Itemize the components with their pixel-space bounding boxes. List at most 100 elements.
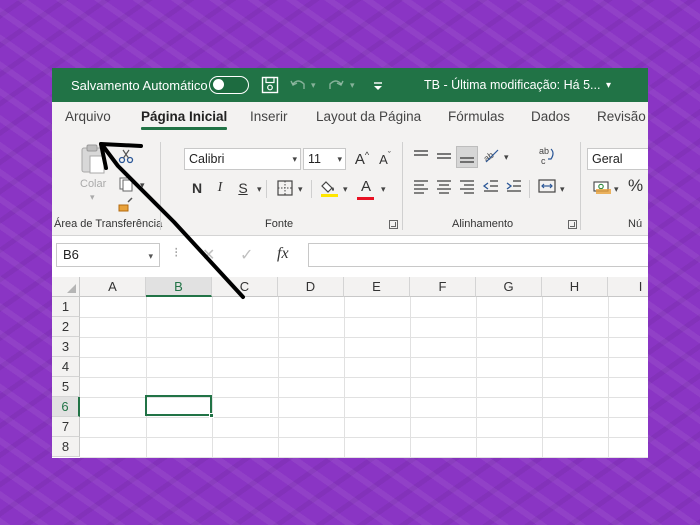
paste-icon[interactable] <box>78 142 108 176</box>
merge-center-icon[interactable] <box>537 177 557 195</box>
group-divider <box>580 142 581 230</box>
fill-color-icon[interactable] <box>320 178 340 198</box>
align-bottom-button[interactable] <box>456 146 478 168</box>
name-box-dropdown-icon[interactable]: ▾ <box>148 245 153 267</box>
column-header-d[interactable]: D <box>278 277 344 297</box>
row-header-2[interactable]: 2 <box>52 317 80 337</box>
copy-dropdown-icon[interactable]: ▾ <box>140 180 145 191</box>
currency-format-icon[interactable] <box>592 178 612 196</box>
merge-dropdown-icon[interactable]: ▾ <box>560 184 565 195</box>
worksheet-grid[interactable]: A B C D E F G H I 1 2 3 4 5 6 7 8 <box>52 277 648 458</box>
column-header-i[interactable]: I <box>608 277 648 297</box>
font-size-box[interactable]: 11 ▾ <box>303 148 346 170</box>
redo-icon[interactable] <box>326 75 346 95</box>
paste-label: Colar <box>80 178 107 190</box>
number-format-box[interactable]: Geral <box>587 148 648 170</box>
tab-layout-da-pagina[interactable]: Layout da Página <box>316 109 421 124</box>
column-header-c[interactable]: C <box>212 277 278 297</box>
document-title[interactable]: TB - Última modificação: Há 5... <box>424 68 600 102</box>
column-header-b[interactable]: B <box>146 277 212 297</box>
undo-icon[interactable] <box>288 75 308 95</box>
insert-function-button[interactable]: fx <box>277 245 289 263</box>
grow-font-button[interactable]: A ^ <box>351 148 373 170</box>
font-dialog-launcher[interactable] <box>389 220 398 229</box>
alignment-dialog-launcher[interactable] <box>568 220 577 229</box>
font-name-dropdown-icon[interactable]: ▾ <box>292 149 297 169</box>
format-painter-icon[interactable] <box>116 196 134 214</box>
borders-dropdown-icon[interactable]: ▾ <box>298 184 303 195</box>
borders-icon[interactable] <box>276 179 294 197</box>
align-left-icon[interactable] <box>412 177 430 195</box>
currency-dropdown-icon[interactable]: ▾ <box>614 184 619 195</box>
formula-input[interactable] <box>308 243 648 267</box>
tab-revisao[interactable]: Revisão <box>597 109 646 124</box>
underline-button[interactable]: S <box>232 177 254 199</box>
align-middle-icon[interactable] <box>435 148 453 164</box>
save-icon[interactable] <box>260 75 280 95</box>
toolbar-separator <box>529 180 530 198</box>
shrink-font-button[interactable]: Aˇ <box>374 148 396 170</box>
column-header-a[interactable]: A <box>80 277 146 297</box>
shrink-font-label: A <box>379 151 388 167</box>
row-header-4[interactable]: 4 <box>52 357 80 377</box>
tab-formulas[interactable]: Fórmulas <box>448 109 504 124</box>
undo-dropdown-icon[interactable]: ▾ <box>311 68 316 102</box>
row-header-8[interactable]: 8 <box>52 437 80 457</box>
underline-dropdown-icon[interactable]: ▾ <box>257 184 262 195</box>
fill-handle[interactable] <box>209 413 214 418</box>
column-header-e[interactable]: E <box>344 277 410 297</box>
fill-color-dropdown-icon[interactable]: ▾ <box>343 184 348 195</box>
percent-style-button[interactable]: % <box>628 176 643 196</box>
tab-inserir[interactable]: Inserir <box>250 109 288 124</box>
orientation-dropdown-icon[interactable]: ▾ <box>504 152 509 163</box>
italic-button[interactable]: I <box>209 177 231 199</box>
gridline <box>146 297 147 458</box>
decrease-indent-icon[interactable] <box>482 177 500 195</box>
ribbon-home: Colar ▾ ▾ Área de Transferência Calibri … <box>52 134 648 236</box>
cut-icon[interactable] <box>118 148 134 164</box>
row-header-7[interactable]: 7 <box>52 417 80 437</box>
copy-icon[interactable] <box>118 176 134 192</box>
tab-arquivo[interactable]: Arquivo <box>65 109 111 124</box>
ribbon-tabs: Arquivo Página Inicial Inserir Layout da… <box>52 102 648 134</box>
font-color-dropdown-icon[interactable]: ▾ <box>381 184 386 195</box>
wrap-text-icon[interactable]: ab c <box>537 145 557 167</box>
align-right-icon[interactable] <box>458 177 476 195</box>
autosave-toggle[interactable] <box>209 76 249 94</box>
svg-text:ab: ab <box>539 146 549 156</box>
formula-bar-resize-handle[interactable]: ⁝ <box>174 244 179 261</box>
active-cell-b6[interactable] <box>145 395 214 418</box>
row-header-6[interactable]: 6 <box>52 397 80 417</box>
paste-dropdown-icon[interactable]: ▾ <box>90 192 95 203</box>
font-color-button[interactable]: A <box>355 175 377 197</box>
gridline <box>608 297 609 458</box>
row-header-5[interactable]: 5 <box>52 377 80 397</box>
column-header-g[interactable]: G <box>476 277 542 297</box>
font-name-box[interactable]: Calibri ▾ <box>184 148 301 170</box>
svg-text:ab: ab <box>482 150 496 164</box>
tab-pagina-inicial[interactable]: Página Inicial <box>141 109 228 130</box>
bold-button[interactable]: N <box>186 177 208 199</box>
column-header-h[interactable]: H <box>542 277 608 297</box>
tab-dados[interactable]: Dados <box>531 109 570 124</box>
font-size-dropdown-icon[interactable]: ▾ <box>337 149 342 169</box>
column-header-f[interactable]: F <box>410 277 476 297</box>
gridline <box>278 297 279 458</box>
align-center-icon[interactable] <box>435 177 453 195</box>
title-dropdown-icon[interactable]: ▾ <box>606 68 611 102</box>
toggle-knob <box>213 79 224 90</box>
row-header-1[interactable]: 1 <box>52 297 80 317</box>
shrink-font-arrow-icon: ˇ <box>387 150 391 160</box>
customize-toolbar-icon[interactable] <box>368 75 388 95</box>
align-top-icon[interactable] <box>412 148 430 164</box>
cancel-icon[interactable]: ✕ <box>202 245 215 265</box>
enter-icon[interactable]: ✓ <box>240 245 253 265</box>
align-bottom-icon <box>460 157 474 163</box>
increase-indent-icon[interactable] <box>505 177 523 195</box>
gridline <box>212 297 213 458</box>
select-all-button[interactable] <box>52 277 80 297</box>
redo-dropdown-icon[interactable]: ▾ <box>350 68 355 102</box>
name-box[interactable]: B6 ▾ <box>56 243 160 267</box>
orientation-icon[interactable]: ab <box>482 145 502 165</box>
row-header-3[interactable]: 3 <box>52 337 80 357</box>
